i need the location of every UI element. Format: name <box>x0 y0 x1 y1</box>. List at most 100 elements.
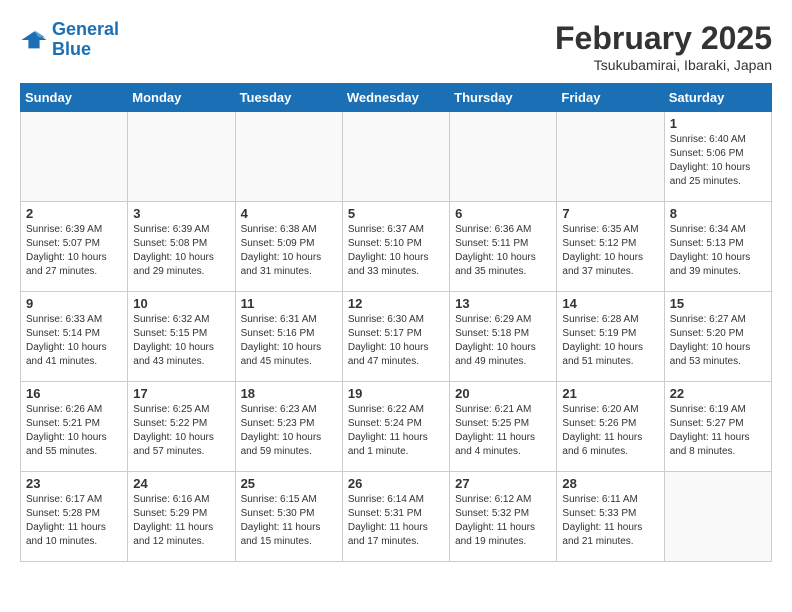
day-number: 4 <box>241 206 337 221</box>
calendar-cell: 16Sunrise: 6:26 AM Sunset: 5:21 PM Dayli… <box>21 382 128 472</box>
day-number: 27 <box>455 476 551 491</box>
day-number: 11 <box>241 296 337 311</box>
calendar-cell: 3 Sunrise: 6:39 AM Sunset: 5:08 PM Daylig… <box>128 202 235 292</box>
day-info: Sunrise: 6:11 AM Sunset: 5:33 PM Dayligh… <box>562 493 658 549</box>
calendar-cell: 8 Sunrise: 6:34 AM Sunset: 5:13 PM Daylig… <box>664 202 771 292</box>
day-info: Sunrise: 6:37 AM Sunset: 5:10 PM Dayligh… <box>348 223 444 279</box>
day-info: Sunrise: 6:15 AM Sunset: 5:30 PM Dayligh… <box>241 493 337 549</box>
day-number: 5 <box>348 206 444 221</box>
day-info: Sunrise: 6:19 AM Sunset: 5:27 PM Dayligh… <box>670 403 766 459</box>
day-number: 23 <box>26 476 122 491</box>
day-info: Sunrise: 6:36 AM Sunset: 5:11 PM Dayligh… <box>455 223 551 279</box>
day-number: 22 <box>670 386 766 401</box>
calendar-cell: 28 Sunrise: 6:11 AM Sunset: 5:33 PM Dayli… <box>557 472 664 562</box>
calendar-table: SundayMondayTuesdayWednesdayThursdayFrid… <box>20 83 772 562</box>
calendar-cell: 24 Sunrise: 6:16 AM Sunset: 5:29 PM Dayli… <box>128 472 235 562</box>
calendar-cell: 19 Sunrise: 6:22 AM Sunset: 5:24 PM Dayli… <box>342 382 449 472</box>
day-number: 13 <box>455 296 551 311</box>
day-number: 9 <box>26 296 122 311</box>
calendar-cell: 9Sunrise: 6:33 AM Sunset: 5:14 PM Daylig… <box>21 292 128 382</box>
day-info: Sunrise: 6:30 AM Sunset: 5:17 PM Dayligh… <box>348 313 444 369</box>
day-number: 7 <box>562 206 658 221</box>
day-info: Sunrise: 6:27 AM Sunset: 5:20 PM Dayligh… <box>670 313 766 369</box>
weekday-header-tuesday: Tuesday <box>235 84 342 112</box>
day-info: Sunrise: 6:22 AM Sunset: 5:24 PM Dayligh… <box>348 403 444 459</box>
weekday-header-sunday: Sunday <box>21 84 128 112</box>
weekday-header-wednesday: Wednesday <box>342 84 449 112</box>
logo-text: General Blue <box>52 20 119 60</box>
calendar-cell <box>557 112 664 202</box>
page-header: General Blue February 2025 Tsukubamirai,… <box>20 20 772 73</box>
calendar-cell: 21 Sunrise: 6:20 AM Sunset: 5:26 PM Dayli… <box>557 382 664 472</box>
calendar-cell: 20 Sunrise: 6:21 AM Sunset: 5:25 PM Dayli… <box>450 382 557 472</box>
calendar-week-3: 9Sunrise: 6:33 AM Sunset: 5:14 PM Daylig… <box>21 292 772 382</box>
day-number: 10 <box>133 296 229 311</box>
logo: General Blue <box>20 20 119 60</box>
calendar-cell: 5 Sunrise: 6:37 AM Sunset: 5:10 PM Daylig… <box>342 202 449 292</box>
day-number: 24 <box>133 476 229 491</box>
day-number: 1 <box>670 116 766 131</box>
title-block: February 2025 Tsukubamirai, Ibaraki, Jap… <box>555 20 772 73</box>
day-info: Sunrise: 6:35 AM Sunset: 5:12 PM Dayligh… <box>562 223 658 279</box>
day-info: Sunrise: 6:32 AM Sunset: 5:15 PM Dayligh… <box>133 313 229 369</box>
calendar-cell: 23 Sunrise: 6:17 AM Sunset: 5:28 PM Dayli… <box>21 472 128 562</box>
weekday-header-row: SundayMondayTuesdayWednesdayThursdayFrid… <box>21 84 772 112</box>
day-number: 17 <box>133 386 229 401</box>
day-info: Sunrise: 6:39 AM Sunset: 5:07 PM Dayligh… <box>26 223 122 279</box>
calendar-cell: 17 Sunrise: 6:25 AM Sunset: 5:22 PM Dayli… <box>128 382 235 472</box>
day-info: Sunrise: 6:40 AM Sunset: 5:06 PM Dayligh… <box>670 133 766 189</box>
day-info: Sunrise: 6:25 AM Sunset: 5:22 PM Dayligh… <box>133 403 229 459</box>
calendar-cell <box>450 112 557 202</box>
day-number: 6 <box>455 206 551 221</box>
logo-bird-icon <box>20 26 48 54</box>
calendar-cell: 22 Sunrise: 6:19 AM Sunset: 5:27 PM Dayli… <box>664 382 771 472</box>
day-info: Sunrise: 6:21 AM Sunset: 5:25 PM Dayligh… <box>455 403 551 459</box>
day-info: Sunrise: 6:29 AM Sunset: 5:18 PM Dayligh… <box>455 313 551 369</box>
location-subtitle: Tsukubamirai, Ibaraki, Japan <box>555 57 772 73</box>
day-info: Sunrise: 6:17 AM Sunset: 5:28 PM Dayligh… <box>26 493 122 549</box>
day-info: Sunrise: 6:38 AM Sunset: 5:09 PM Dayligh… <box>241 223 337 279</box>
calendar-cell <box>342 112 449 202</box>
day-info: Sunrise: 6:39 AM Sunset: 5:08 PM Dayligh… <box>133 223 229 279</box>
calendar-cell <box>21 112 128 202</box>
calendar-cell: 26Sunrise: 6:14 AM Sunset: 5:31 PM Dayli… <box>342 472 449 562</box>
calendar-week-1: 1 Sunrise: 6:40 AM Sunset: 5:06 PM Daylig… <box>21 112 772 202</box>
month-year-title: February 2025 <box>555 20 772 57</box>
calendar-cell <box>664 472 771 562</box>
calendar-cell: 14Sunrise: 6:28 AM Sunset: 5:19 PM Dayli… <box>557 292 664 382</box>
day-info: Sunrise: 6:31 AM Sunset: 5:16 PM Dayligh… <box>241 313 337 369</box>
calendar-cell: 11 Sunrise: 6:31 AM Sunset: 5:16 PM Dayli… <box>235 292 342 382</box>
day-number: 8 <box>670 206 766 221</box>
calendar-cell: 18Sunrise: 6:23 AM Sunset: 5:23 PM Dayli… <box>235 382 342 472</box>
day-number: 15 <box>670 296 766 311</box>
day-number: 3 <box>133 206 229 221</box>
weekday-header-monday: Monday <box>128 84 235 112</box>
calendar-cell <box>235 112 342 202</box>
day-info: Sunrise: 6:34 AM Sunset: 5:13 PM Dayligh… <box>670 223 766 279</box>
calendar-cell: 1 Sunrise: 6:40 AM Sunset: 5:06 PM Daylig… <box>664 112 771 202</box>
calendar-cell: 13 Sunrise: 6:29 AM Sunset: 5:18 PM Dayli… <box>450 292 557 382</box>
day-number: 20 <box>455 386 551 401</box>
day-number: 28 <box>562 476 658 491</box>
day-info: Sunrise: 6:20 AM Sunset: 5:26 PM Dayligh… <box>562 403 658 459</box>
calendar-cell: 12Sunrise: 6:30 AM Sunset: 5:17 PM Dayli… <box>342 292 449 382</box>
day-number: 2 <box>26 206 122 221</box>
day-number: 21 <box>562 386 658 401</box>
calendar-week-2: 2 Sunrise: 6:39 AM Sunset: 5:07 PM Daylig… <box>21 202 772 292</box>
calendar-cell: 10 Sunrise: 6:32 AM Sunset: 5:15 PM Dayli… <box>128 292 235 382</box>
calendar-week-5: 23 Sunrise: 6:17 AM Sunset: 5:28 PM Dayli… <box>21 472 772 562</box>
day-number: 26 <box>348 476 444 491</box>
day-number: 25 <box>241 476 337 491</box>
calendar-cell: 6 Sunrise: 6:36 AM Sunset: 5:11 PM Daylig… <box>450 202 557 292</box>
weekday-header-thursday: Thursday <box>450 84 557 112</box>
weekday-header-friday: Friday <box>557 84 664 112</box>
day-number: 18 <box>241 386 337 401</box>
day-info: Sunrise: 6:16 AM Sunset: 5:29 PM Dayligh… <box>133 493 229 549</box>
calendar-cell <box>128 112 235 202</box>
calendar-cell: 7 Sunrise: 6:35 AM Sunset: 5:12 PM Daylig… <box>557 202 664 292</box>
calendar-cell: 25 Sunrise: 6:15 AM Sunset: 5:30 PM Dayli… <box>235 472 342 562</box>
day-number: 16 <box>26 386 122 401</box>
day-number: 19 <box>348 386 444 401</box>
day-number: 14 <box>562 296 658 311</box>
day-info: Sunrise: 6:12 AM Sunset: 5:32 PM Dayligh… <box>455 493 551 549</box>
